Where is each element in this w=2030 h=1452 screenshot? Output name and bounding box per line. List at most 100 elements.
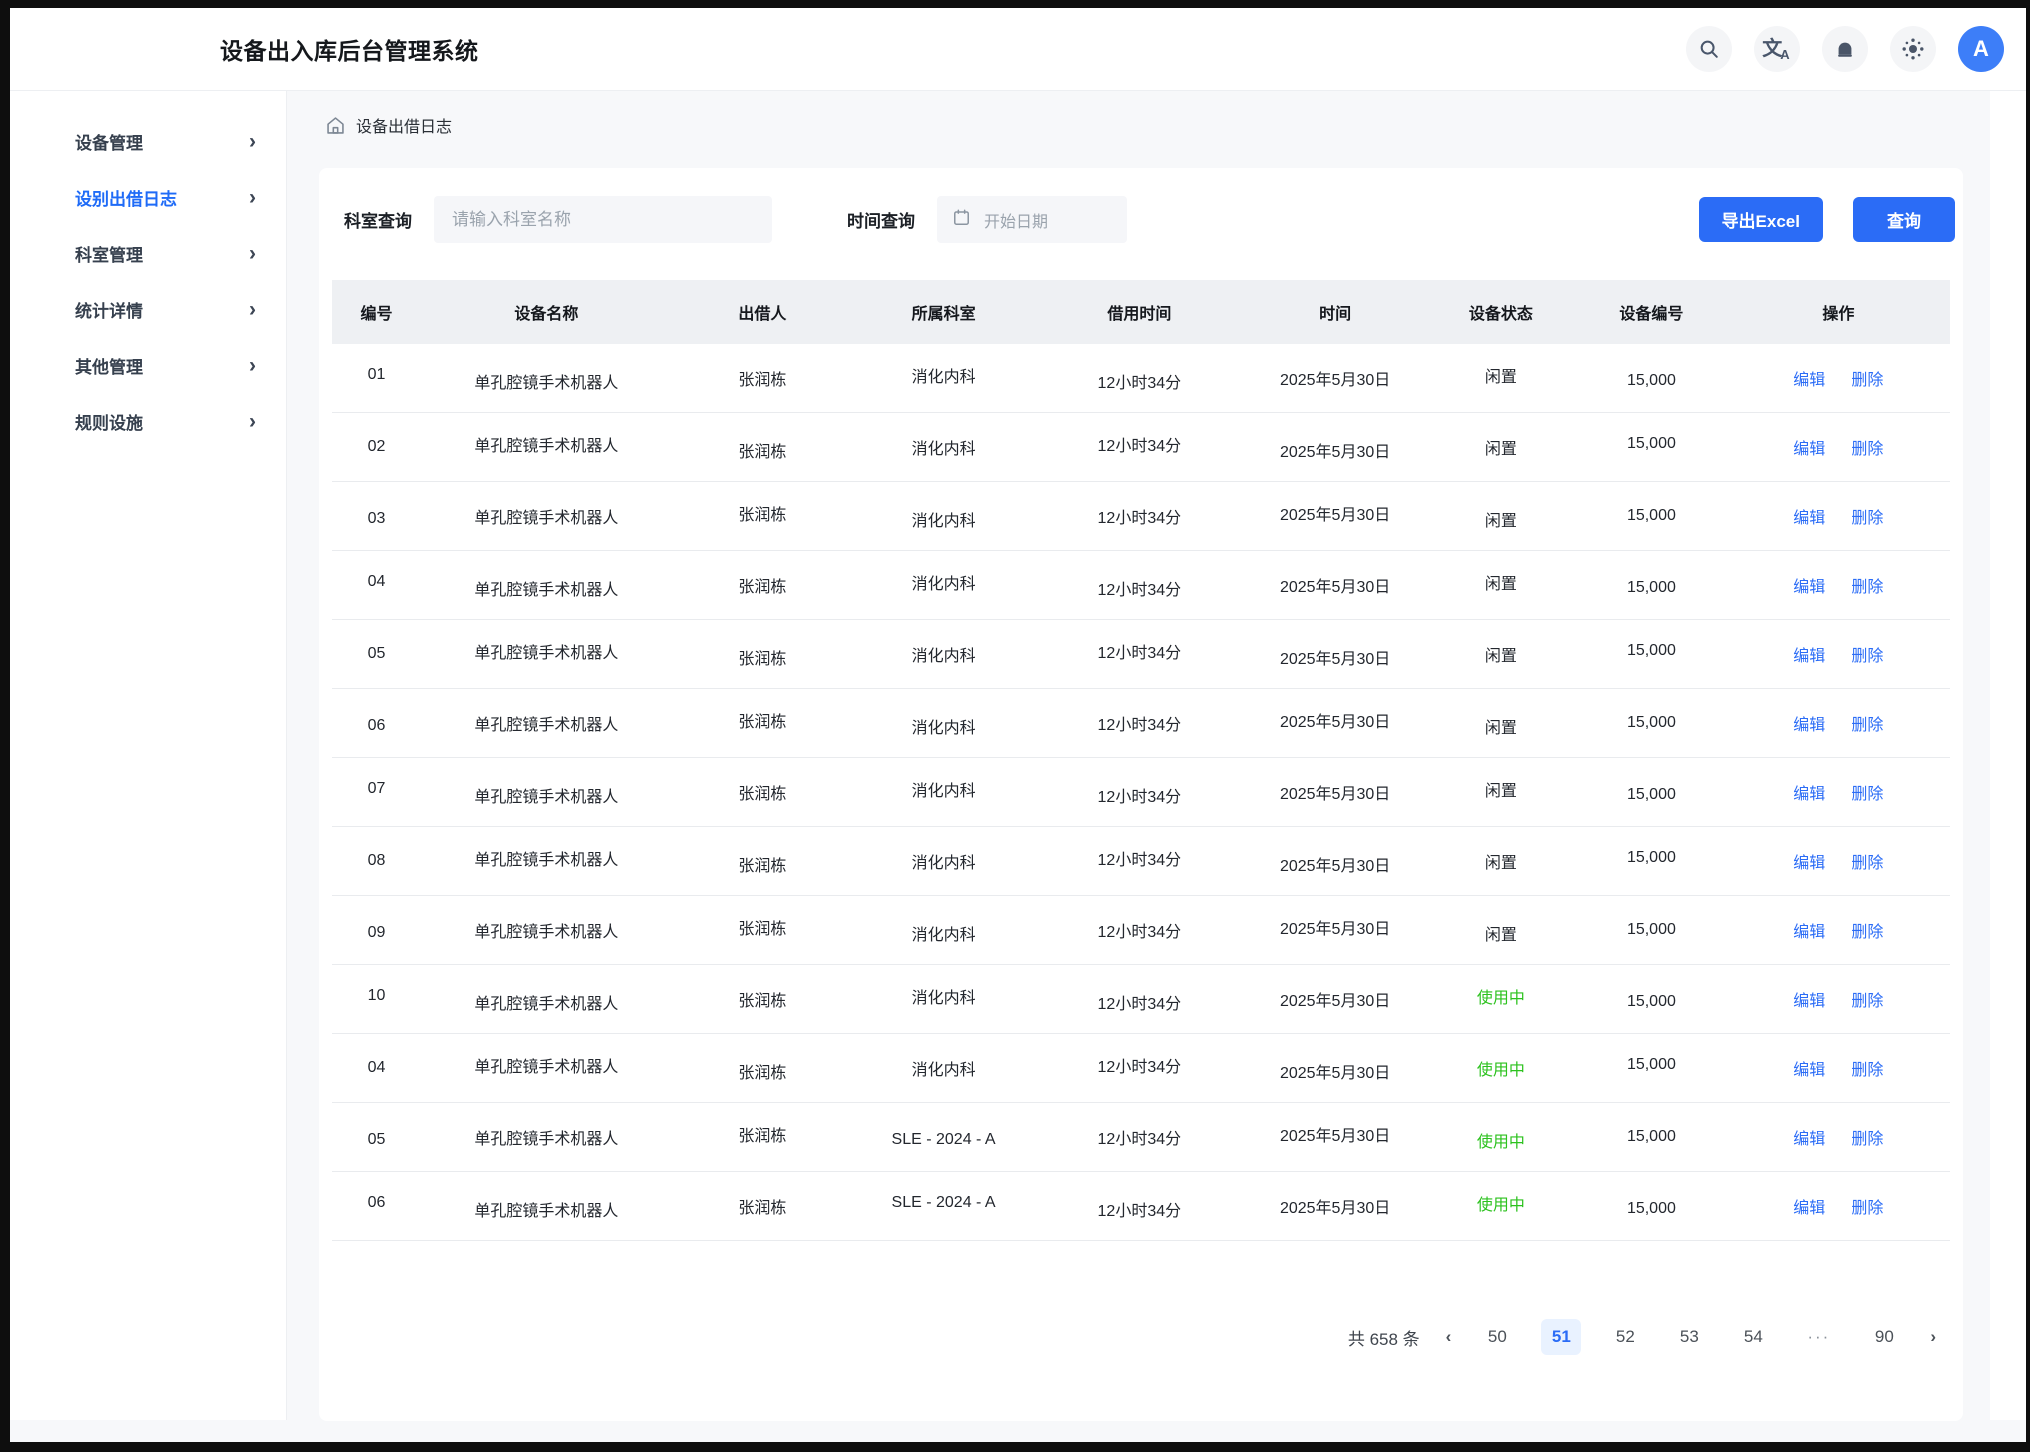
notification-button[interactable] [1822, 26, 1868, 72]
edit-link[interactable]: 编辑 [1793, 1056, 1825, 1080]
device-code: 15,000 [1576, 620, 1726, 689]
borrower: 张润栋 [672, 551, 853, 620]
pagination-ellipsis: ··· [1797, 1319, 1840, 1355]
dept-query-label: 科室查询 [344, 207, 412, 232]
date: 2025年5月30日 [1245, 896, 1426, 965]
pagination-page-54[interactable]: 54 [1733, 1319, 1773, 1355]
department: SLE - 2024 - A [853, 1172, 1034, 1241]
column-header: 所属科室 [853, 280, 1034, 344]
sidebar-item-label: 其他管理 [75, 353, 143, 378]
delete-link[interactable]: 删除 [1851, 642, 1883, 666]
sidebar-item-label: 统计详情 [75, 297, 143, 322]
borrow-duration: 12小时34分 [1034, 827, 1244, 896]
sidebar-item-4[interactable]: 统计详情 › [10, 281, 286, 337]
edit-link[interactable]: 编辑 [1793, 849, 1825, 873]
edit-link[interactable]: 编辑 [1793, 573, 1825, 597]
device-name: 单孔腔镜手术机器人 [421, 965, 672, 1034]
borrow-duration: 12小时34分 [1034, 620, 1244, 689]
edit-link[interactable]: 编辑 [1793, 366, 1825, 390]
sidebar-item-label: 设别出借日志 [75, 185, 177, 210]
delete-link[interactable]: 删除 [1851, 780, 1883, 804]
delete-link[interactable]: 删除 [1851, 366, 1883, 390]
date: 2025年5月30日 [1245, 482, 1426, 551]
delete-link[interactable]: 删除 [1851, 918, 1883, 942]
start-date-picker[interactable]: 开始日期 [937, 196, 1127, 243]
edit-link[interactable]: 编辑 [1793, 711, 1825, 735]
pagination-next-icon[interactable]: › [1928, 1327, 1938, 1347]
scrollbar-track[interactable] [1990, 91, 2026, 1420]
sidebar-item-2[interactable]: 设别出借日志› [10, 169, 286, 225]
device-code: 15,000 [1576, 1172, 1726, 1241]
row-id: 03 [332, 482, 421, 551]
column-header: 时间 [1245, 280, 1426, 344]
borrow-duration: 12小时34分 [1034, 896, 1244, 965]
row-id: 08 [332, 827, 421, 896]
search-button[interactable] [1686, 26, 1732, 72]
chevron-right-icon: › [249, 243, 256, 264]
sidebar-item-6[interactable]: 规则设施› [10, 393, 286, 449]
sidebar-item-5[interactable]: 其他管理› [10, 337, 286, 393]
edit-link[interactable]: 编辑 [1793, 642, 1825, 666]
device-code: 15,000 [1576, 344, 1726, 413]
edit-link[interactable]: 编辑 [1793, 435, 1825, 459]
chevron-right-icon: › [249, 299, 256, 320]
breadcrumb: 设备出借日志 [319, 91, 1963, 159]
filter-bar: 科室查询 时间查询 开始日期 导出Excel [319, 168, 1963, 243]
dept-query-input[interactable] [434, 196, 772, 243]
pagination-page-53[interactable]: 53 [1669, 1319, 1709, 1355]
device-code: 15,000 [1576, 482, 1726, 551]
delete-link[interactable]: 删除 [1851, 435, 1883, 459]
department: 消化内科 [853, 620, 1034, 689]
export-excel-button[interactable]: 导出Excel [1699, 197, 1823, 242]
pagination-prev-icon[interactable]: ‹ [1444, 1327, 1454, 1347]
row-id: 04 [332, 551, 421, 620]
department: 消化内科 [853, 344, 1034, 413]
sidebar-item-1[interactable]: 设备管理› [10, 113, 286, 169]
avatar[interactable]: A [1958, 26, 2004, 72]
date: 2025年5月30日 [1245, 689, 1426, 758]
edit-link[interactable]: 编辑 [1793, 918, 1825, 942]
department: 消化内科 [853, 482, 1034, 551]
delete-link[interactable]: 删除 [1851, 711, 1883, 735]
time-query-label: 时间查询 [847, 207, 915, 232]
theme-button[interactable] [1890, 26, 1936, 72]
status-badge: 闲置 [1426, 827, 1576, 896]
edit-link[interactable]: 编辑 [1793, 780, 1825, 804]
row-id: 05 [332, 620, 421, 689]
sidebar-item-3[interactable]: 科室管理› [10, 225, 286, 281]
delete-link[interactable]: 删除 [1851, 504, 1883, 528]
column-header: 设备编号 [1576, 280, 1726, 344]
delete-link[interactable]: 删除 [1851, 573, 1883, 597]
sidebar-item-label: 规则设施 [75, 409, 143, 434]
delete-link[interactable]: 删除 [1851, 987, 1883, 1011]
query-button[interactable]: 查询 [1853, 197, 1955, 242]
row-actions: 编辑 删除 [1727, 758, 1950, 827]
chevron-right-icon: › [249, 131, 256, 152]
table-row: 10单孔腔镜手术机器人张润栋消化内科12小时34分2025年5月30日使用中15… [332, 965, 1950, 1034]
device-name: 单孔腔镜手术机器人 [421, 620, 672, 689]
edit-link[interactable]: 编辑 [1793, 504, 1825, 528]
row-actions: 编辑 删除 [1727, 1034, 1950, 1103]
device-code: 15,000 [1576, 551, 1726, 620]
delete-link[interactable]: 删除 [1851, 849, 1883, 873]
department: 消化内科 [853, 965, 1034, 1034]
date: 2025年5月30日 [1245, 1172, 1426, 1241]
date: 2025年5月30日 [1245, 758, 1426, 827]
edit-link[interactable]: 编辑 [1793, 1125, 1825, 1149]
table-row: 04单孔腔镜手术机器人张润栋消化内科12小时34分2025年5月30日闲置15,… [332, 551, 1950, 620]
delete-link[interactable]: 删除 [1851, 1194, 1883, 1218]
pagination-page-51[interactable]: 51 [1541, 1319, 1581, 1355]
department: 消化内科 [853, 689, 1034, 758]
edit-link[interactable]: 编辑 [1793, 1194, 1825, 1218]
delete-link[interactable]: 删除 [1851, 1056, 1883, 1080]
delete-link[interactable]: 删除 [1851, 1125, 1883, 1149]
borrow-duration: 12小时34分 [1034, 482, 1244, 551]
column-header: 借用时间 [1034, 280, 1244, 344]
pagination-page-50[interactable]: 50 [1477, 1319, 1517, 1355]
device-name: 单孔腔镜手术机器人 [421, 1034, 672, 1103]
pagination-page-90[interactable]: 90 [1864, 1319, 1904, 1355]
edit-link[interactable]: 编辑 [1793, 987, 1825, 1011]
language-button[interactable]: 文A [1754, 26, 1800, 72]
status-badge: 闲置 [1426, 689, 1576, 758]
pagination-page-52[interactable]: 52 [1605, 1319, 1645, 1355]
